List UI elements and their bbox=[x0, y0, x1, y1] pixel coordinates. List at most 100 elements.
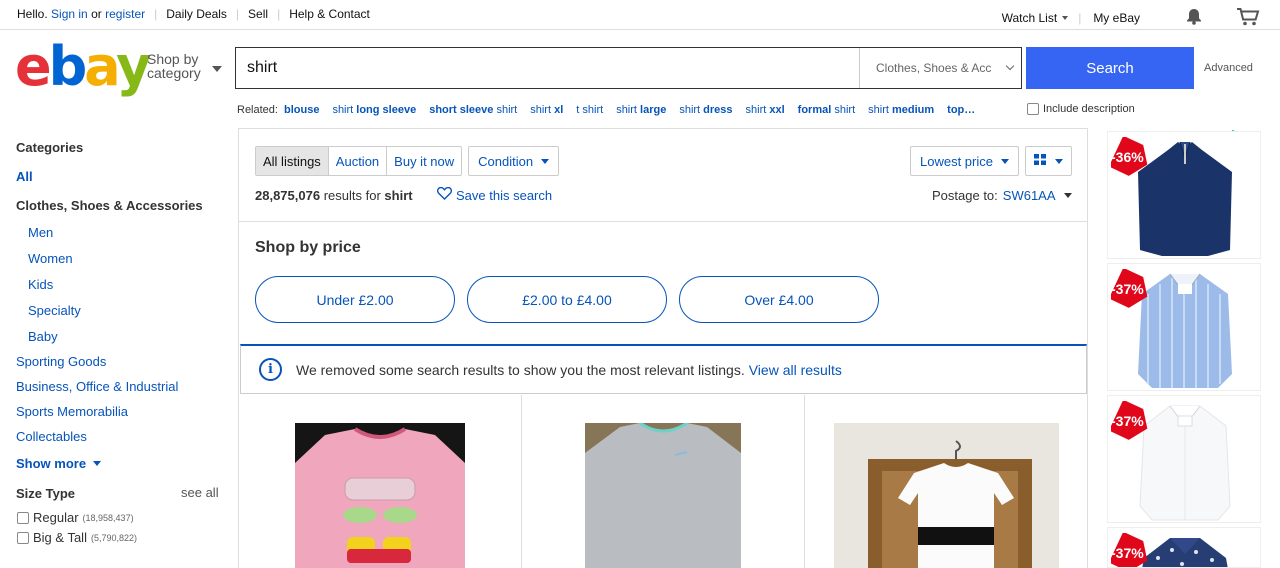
discount-label: -37% bbox=[1111, 413, 1144, 429]
size-type-heading: Size Type bbox=[16, 486, 76, 501]
sort-dropdown[interactable]: Lowest price bbox=[910, 146, 1019, 176]
logo-letter: a bbox=[84, 35, 119, 98]
ad-tile[interactable]: -37% bbox=[1107, 263, 1261, 391]
register-link[interactable]: register bbox=[105, 7, 145, 21]
condition-dropdown[interactable]: Condition bbox=[468, 146, 560, 176]
notice-text: We removed some search results to show y… bbox=[296, 361, 745, 378]
view-all-results-link[interactable]: View all results bbox=[749, 362, 842, 378]
ad-tile[interactable]: -36% bbox=[1107, 131, 1261, 259]
subcategory-kids[interactable]: Kids bbox=[16, 277, 226, 303]
related-link[interactable]: shirt xxl bbox=[746, 104, 785, 116]
related-searches: Related: blouse shirt long sleeve short … bbox=[237, 104, 988, 116]
price-over-4-button[interactable]: Over £4.00 bbox=[679, 276, 879, 323]
related-link[interactable]: blouse bbox=[284, 104, 319, 116]
or-text: or bbox=[91, 7, 102, 21]
bell-icon[interactable] bbox=[1186, 8, 1202, 28]
postcode-link[interactable]: SW61AA bbox=[1003, 188, 1056, 203]
cart-icon[interactable] bbox=[1236, 7, 1260, 29]
sell-link[interactable]: Sell bbox=[248, 7, 268, 21]
divider: | bbox=[235, 7, 240, 21]
checkbox[interactable] bbox=[1027, 103, 1039, 115]
daily-deals-link[interactable]: Daily Deals bbox=[166, 7, 227, 21]
save-search-button[interactable]: Save this search bbox=[436, 186, 552, 203]
include-description-checkbox[interactable]: Include description bbox=[1027, 103, 1135, 115]
search-input[interactable] bbox=[236, 48, 859, 88]
product-image[interactable] bbox=[585, 423, 741, 568]
results-count: 28,875,076 results for shirt bbox=[255, 188, 413, 203]
related-link[interactable]: shirt large bbox=[616, 104, 666, 116]
price-2-to-4-button[interactable]: £2.00 to £4.00 bbox=[467, 276, 667, 323]
include-description-label: Include description bbox=[1043, 103, 1135, 115]
related-link[interactable]: short sleeve shirt bbox=[429, 104, 517, 116]
chevron-down-icon bbox=[1062, 16, 1069, 20]
size-option-label: Big & Tall bbox=[33, 530, 87, 545]
divider bbox=[804, 395, 805, 568]
category-all[interactable]: All bbox=[16, 169, 226, 184]
ad-tile[interactable]: -37% bbox=[1107, 395, 1261, 523]
show-more-button[interactable]: Show more bbox=[16, 456, 226, 471]
size-option-label: Regular bbox=[33, 510, 79, 525]
category-sports-memorabilia[interactable]: Sports Memorabilia bbox=[16, 404, 226, 429]
discount-badge: -37% bbox=[1111, 401, 1151, 441]
size-option-big-tall[interactable]: Big & Tall (5,790,822) bbox=[17, 530, 137, 545]
greeting: Hello. bbox=[17, 7, 48, 21]
checkbox[interactable] bbox=[17, 531, 29, 544]
chevron-down-icon bbox=[1005, 61, 1015, 71]
checkbox[interactable] bbox=[17, 511, 29, 524]
watch-list-label: Watch List bbox=[1001, 11, 1058, 25]
related-link[interactable]: shirt dress bbox=[679, 104, 732, 116]
logo-letter: y bbox=[116, 35, 151, 98]
view-toggle[interactable] bbox=[1025, 146, 1072, 176]
product-image[interactable] bbox=[834, 423, 1059, 568]
chevron-down-icon[interactable] bbox=[1063, 193, 1072, 198]
my-ebay-menu[interactable]: My eBay bbox=[1093, 11, 1140, 25]
category-business[interactable]: Business, Office & Industrial bbox=[16, 379, 226, 404]
discount-badge: -37% bbox=[1111, 269, 1151, 309]
subcategory-specialty[interactable]: Specialty bbox=[16, 303, 226, 329]
size-option-count: (5,790,822) bbox=[90, 532, 138, 543]
shop-by-category-button[interactable]: Shop by category bbox=[147, 52, 222, 80]
category-sidebar: Categories All Clothes, Shoes & Accessor… bbox=[16, 140, 226, 471]
help-contact-link[interactable]: Help & Contact bbox=[289, 7, 370, 21]
size-option-count: (18,958,437) bbox=[82, 512, 134, 523]
tab-auction[interactable]: Auction bbox=[329, 147, 388, 175]
divider bbox=[521, 395, 522, 568]
size-option-regular[interactable]: Regular (18,958,437) bbox=[17, 510, 134, 525]
product-image[interactable] bbox=[295, 423, 465, 568]
divider: | bbox=[154, 7, 158, 21]
search-button[interactable]: Search bbox=[1026, 47, 1194, 89]
query-text: shirt bbox=[384, 188, 413, 203]
tab-buy-it-now[interactable]: Buy it now bbox=[387, 147, 461, 175]
related-link[interactable]: shirt medium bbox=[868, 104, 934, 116]
show-more-label: Show more bbox=[16, 456, 87, 471]
results-notice: i We removed some search results to show… bbox=[240, 344, 1087, 394]
chevron-down-icon bbox=[212, 66, 222, 72]
related-link[interactable]: formal shirt bbox=[798, 104, 855, 116]
subcategory-baby[interactable]: Baby bbox=[16, 329, 226, 354]
category-clothes[interactable]: Clothes, Shoes & Accessories bbox=[16, 198, 226, 213]
discount-label: -37% bbox=[1111, 281, 1144, 297]
divider bbox=[239, 221, 1087, 222]
related-link[interactable]: shirt long sleeve bbox=[332, 104, 416, 116]
ebay-logo[interactable]: ebay bbox=[15, 35, 151, 98]
heart-icon bbox=[436, 186, 453, 203]
subcategory-women[interactable]: Women bbox=[16, 251, 226, 277]
price-under-2-button[interactable]: Under £2.00 bbox=[255, 276, 455, 323]
discount-label: -36% bbox=[1111, 149, 1144, 165]
logo-letter: b bbox=[48, 35, 88, 98]
subcategory-men[interactable]: Men bbox=[16, 225, 226, 251]
advanced-search-link[interactable]: Advanced bbox=[1204, 62, 1253, 74]
chevron-down-icon bbox=[93, 461, 102, 466]
ad-tile[interactable]: -37% bbox=[1107, 527, 1261, 568]
sign-in-link[interactable]: Sign in bbox=[51, 7, 88, 21]
see-all-link[interactable]: see all bbox=[181, 485, 219, 500]
tab-all-listings[interactable]: All listings bbox=[256, 147, 329, 175]
related-link[interactable]: t shirt bbox=[576, 104, 603, 116]
category-collectables[interactable]: Collectables bbox=[16, 429, 226, 454]
category-select[interactable]: Clothes, Shoes & Acc bbox=[859, 48, 1021, 88]
related-link[interactable]: shirt xl bbox=[530, 104, 563, 116]
related-link[interactable]: top… bbox=[947, 104, 975, 116]
category-sporting-goods[interactable]: Sporting Goods bbox=[16, 354, 226, 379]
search-bar: Clothes, Shoes & Acc bbox=[235, 47, 1022, 89]
watch-list-menu[interactable]: Watch List bbox=[1002, 11, 1069, 25]
